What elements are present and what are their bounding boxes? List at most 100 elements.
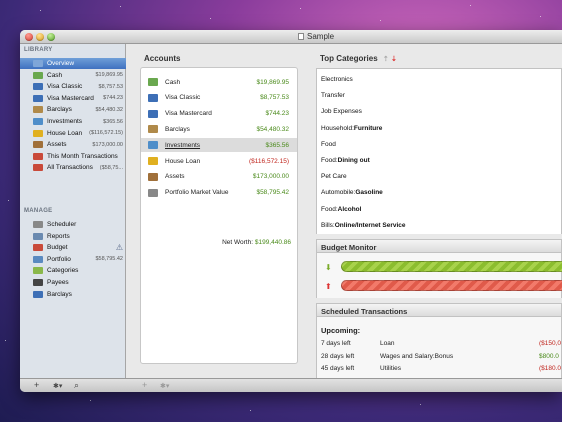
- sidebar-item-label: All Transactions: [47, 164, 93, 172]
- sidebar-item-label: Visa Classic: [47, 83, 83, 91]
- card-icon: [33, 83, 43, 91]
- sidebar-item-label: Portfolio: [47, 255, 71, 263]
- category-item[interactable]: Food:Alcohol: [321, 206, 361, 213]
- top-categories-title: Top Categories ⇡ ⇣: [320, 54, 397, 63]
- sidebar-item-label: Visa Mastercard: [47, 94, 94, 102]
- app-window: Sample LIBRARY Overview Cash $19,869.95 Vis…: [20, 30, 562, 392]
- sort-up-icon[interactable]: ⇡: [383, 56, 389, 63]
- sidebar-item-label: Overview: [47, 60, 75, 67]
- account-row[interactable]: Visa Mastercard $744.23: [141, 107, 297, 121]
- account-row[interactable]: Barclays $54,480.32: [141, 122, 297, 136]
- sidebar-item-barclays[interactable]: Barclays: [20, 289, 126, 300]
- account-balance: $58,795.42: [256, 189, 289, 197]
- sidebar-item-label: Payees: [47, 279, 69, 286]
- title-bar: Sample: [20, 30, 562, 44]
- scheduled-payee: Loan: [380, 340, 395, 347]
- category-item[interactable]: Food: [321, 141, 336, 148]
- zoom-button[interactable]: [47, 33, 55, 41]
- scheduled-row[interactable]: 28 days left Wages and Salary:Bonus $800.0: [321, 353, 562, 363]
- sidebar-item-cash[interactable]: Cash $19,869.95: [20, 70, 126, 81]
- account-row[interactable]: Investments $365.56: [141, 138, 297, 153]
- category-prefix: Food: [321, 140, 336, 148]
- sidebar-item-visa-classic[interactable]: Visa Classic $8,757.53: [20, 81, 126, 92]
- sidebar-item-value: $19,869.95: [95, 72, 123, 79]
- sidebar: LIBRARY Overview Cash $19,869.95 Visa Class…: [20, 44, 126, 378]
- scheduled-body: Upcoming: 7 days left Loan ($150,0 28 days …: [316, 317, 562, 385]
- category-prefix: Food:: [321, 157, 338, 164]
- category-prefix: Automobile:: [321, 189, 356, 197]
- scheduled-payee: Utilities: [380, 365, 401, 372]
- sidebar-item-value: $54,480.32: [95, 106, 123, 113]
- chart-icon: [148, 141, 158, 150]
- asset-icon: [33, 141, 43, 149]
- sidebar-item-portfolio[interactable]: Portfolio $58,795.42: [20, 254, 126, 265]
- card-icon: [148, 109, 158, 118]
- expense-arrow-icon: ⬆: [325, 282, 332, 291]
- account-gear-icon[interactable]: ✱▾: [160, 382, 169, 390]
- account-name: Assets: [165, 173, 185, 181]
- account-row[interactable]: Assets $173,000.00: [141, 170, 297, 184]
- close-button[interactable]: [25, 33, 33, 41]
- account-name: Portfolio Market Value: [165, 189, 229, 197]
- sidebar-item-label: Scheduler: [47, 221, 77, 228]
- category-prefix: Electronics: [321, 76, 353, 83]
- window-title: Sample: [298, 32, 334, 41]
- account-balance: $19,869.95: [256, 78, 289, 86]
- category-item[interactable]: Automobile:Gasoline: [321, 189, 383, 196]
- add-icon[interactable]: +: [34, 380, 39, 390]
- account-name: Barclays: [165, 125, 190, 133]
- scheduled-row[interactable]: 7 days left Loan ($150,0: [321, 340, 562, 350]
- minimize-button[interactable]: [36, 33, 44, 41]
- category-item[interactable]: Food:Dining out: [321, 157, 370, 164]
- sidebar-item-payees[interactable]: Payees: [20, 277, 126, 288]
- sidebar-item-house-loan[interactable]: House Loan ($116,572.15): [20, 128, 126, 139]
- search-icon[interactable]: ⌕: [74, 380, 79, 391]
- sidebar-item-reports[interactable]: Reports: [20, 231, 126, 242]
- cash-icon: [148, 78, 158, 86]
- account-name: Visa Classic: [165, 94, 201, 102]
- library-header: LIBRARY: [24, 47, 53, 53]
- account-row[interactable]: Portfolio Market Value $58,795.42: [141, 186, 297, 200]
- expense-progress-bar: [341, 280, 562, 291]
- account-row[interactable]: Visa Classic $8,757.53: [141, 91, 297, 105]
- bank-icon: [148, 125, 158, 134]
- scheduled-amount: ($150,0: [539, 340, 562, 347]
- accounts-title: Accounts: [144, 54, 181, 63]
- account-row[interactable]: Cash $19,869.95: [141, 75, 297, 89]
- category-item[interactable]: Pet Care: [321, 173, 347, 180]
- budget-icon: [33, 244, 43, 252]
- category-item[interactable]: Household:Furniture: [321, 125, 382, 132]
- sidebar-item-all-transactions[interactable]: All Transactions ($58,75...: [20, 162, 126, 173]
- sidebar-item-budget[interactable]: Budget ⚠: [20, 242, 126, 253]
- category-item[interactable]: Electronics: [321, 76, 353, 83]
- account-row[interactable]: House Loan ($116,572.15): [141, 154, 297, 168]
- sidebar-item-label: Assets: [47, 141, 67, 149]
- sidebar-item-overview[interactable]: Overview: [20, 58, 126, 69]
- sidebar-item-categories[interactable]: Categories: [20, 265, 126, 276]
- sidebar-item-scheduler[interactable]: Scheduler: [20, 219, 126, 230]
- budget-monitor-body: ⬇ ⬆: [316, 253, 562, 298]
- category-item[interactable]: Job Expenses: [321, 108, 362, 115]
- category-name: Gasoline: [355, 189, 383, 197]
- loan-icon: [148, 157, 158, 165]
- scheduled-row[interactable]: 45 days left Utilities ($180.0: [321, 365, 562, 375]
- category-prefix: Household:: [321, 124, 354, 132]
- sidebar-item-visa-mastercard[interactable]: Visa Mastercard $744.23: [20, 93, 126, 104]
- add-account-icon[interactable]: +: [142, 380, 147, 390]
- sidebar-item-barclays[interactable]: Barclays $54,480.32: [20, 104, 126, 115]
- sidebar-item-investments[interactable]: Investments $365.56: [20, 116, 126, 127]
- bank-icon: [33, 106, 43, 114]
- income-arrow-icon: ⬇: [325, 263, 332, 272]
- budget-monitor-header: Budget Monitor: [316, 239, 562, 253]
- category-item[interactable]: Bills:Online/Internet Service: [321, 222, 406, 229]
- category-name: Furniture: [353, 124, 383, 132]
- sidebar-item-this-month-transactions[interactable]: This Month Transactions: [20, 151, 126, 162]
- scheduled-when: 45 days left: [321, 365, 355, 372]
- sort-down-icon[interactable]: ⇣: [391, 56, 397, 63]
- reports-icon: [33, 232, 43, 240]
- sidebar-item-assets[interactable]: Assets $173,000.00: [20, 139, 126, 150]
- window-title-text: Sample: [307, 32, 335, 41]
- gear-icon[interactable]: ✱▾: [53, 382, 62, 390]
- account-name: House Loan: [165, 157, 201, 165]
- category-item[interactable]: Transfer: [321, 92, 345, 99]
